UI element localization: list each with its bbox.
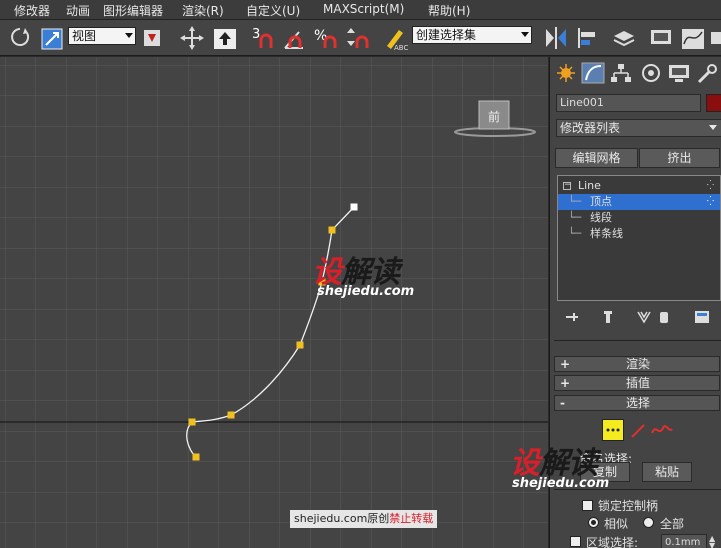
rollout-rendering[interactable]: + 渲染 — [554, 356, 720, 372]
menu-customize[interactable]: 自定义(U) — [246, 2, 300, 19]
snap-3-label: 3 — [252, 27, 260, 42]
layers-icon[interactable] — [611, 24, 637, 52]
utilities-tab-icon[interactable] — [695, 62, 719, 84]
stack-item-vertex-label: 顶点 — [590, 195, 612, 208]
rollout-rendering-label: 渲染 — [625, 357, 650, 371]
move-axis-icon[interactable] — [178, 24, 206, 52]
rollout-interpolation-label: 插值 — [625, 376, 650, 390]
vertex[interactable] — [188, 418, 196, 426]
configure-sets-icon[interactable] — [694, 309, 710, 328]
main-toolbar: 视图 3 % ABC 创建选择集 — [0, 20, 721, 56]
spinner-arrows-icon[interactable]: ▲ ▼ — [709, 535, 715, 548]
modifier-list-dropdown[interactable]: 修改器列表 — [556, 119, 721, 137]
menu-help[interactable]: 帮助(H) — [428, 2, 470, 19]
front-viewport[interactable]: 前 设解读 shejiedu.com — [0, 57, 548, 548]
segment-level-icon[interactable] — [628, 419, 648, 444]
vertex-selected[interactable] — [350, 203, 358, 211]
modify-tab-icon[interactable] — [581, 62, 605, 84]
remove-modifier-icon[interactable] — [656, 309, 672, 328]
stack-item-spline-label: 样条线 — [590, 227, 623, 240]
mirror-icon[interactable] — [543, 24, 569, 52]
stack-item-segment-label: 线段 — [590, 211, 612, 224]
vertex-dots-icon — [606, 428, 620, 432]
abc-label: ABC — [394, 44, 408, 52]
hierarchy-tab-icon[interactable] — [609, 62, 633, 84]
all-label: 全部 — [660, 517, 685, 531]
spline-level-icon[interactable] — [650, 419, 674, 444]
pivot-center-icon[interactable] — [140, 24, 166, 52]
vertex[interactable] — [328, 226, 336, 234]
rollout-selection[interactable]: - 选择 — [554, 395, 720, 411]
collapse-icon[interactable]: − — [563, 181, 572, 190]
dots-icon: ⁛ — [706, 197, 714, 207]
object-name-field[interactable]: Line001 — [556, 94, 701, 112]
create-tab-icon[interactable] — [554, 62, 578, 84]
menu-maxscript[interactable]: MAXScript(M) — [323, 2, 404, 16]
spline-line001[interactable] — [0, 57, 548, 548]
object-color-swatch[interactable] — [706, 94, 721, 112]
show-end-result-icon[interactable] — [600, 309, 616, 328]
schematic-view-icon[interactable] — [710, 24, 721, 52]
angle-snap-icon[interactable] — [281, 24, 307, 52]
credit-warning: 禁止转载 — [389, 512, 434, 525]
similar-radio[interactable] — [588, 517, 599, 528]
reference-coordinate-value: 视图 — [72, 29, 97, 43]
align-icon[interactable] — [575, 24, 601, 52]
graphite-ribbon-icon[interactable] — [648, 24, 674, 52]
menu-animation[interactable]: 动画 — [66, 2, 90, 19]
chevron-down-icon — [521, 32, 529, 37]
area-select-spinner[interactable]: 0.1mm — [661, 534, 707, 548]
lock-handles-checkbox[interactable] — [582, 500, 593, 511]
vertex[interactable] — [227, 411, 235, 419]
credit-banner: shejiedu.com原创禁止转载 — [290, 510, 438, 528]
stack-item-spline[interactable]: └─ 样条线 — [558, 226, 720, 242]
menu-bar: 修改器 动画 图形编辑器 渲染(R) 自定义(U) MAXScript(M) 帮… — [0, 0, 721, 20]
pin-stack-icon[interactable] — [564, 309, 580, 328]
stack-item-segment[interactable]: └─ 线段 — [558, 210, 720, 226]
stack-item-line[interactable]: − Line ⁛ — [558, 178, 720, 194]
area-select-checkbox[interactable] — [570, 536, 581, 547]
edit-mesh-button[interactable]: 编辑网格 — [555, 148, 638, 168]
watermark-url: shejiedu.com — [512, 476, 610, 491]
menu-modifiers[interactable]: 修改器 — [14, 2, 50, 19]
align-to-view-icon[interactable] — [212, 24, 238, 52]
watermark-url: shejiedu.com — [317, 284, 415, 299]
similar-label: 相似 — [604, 517, 629, 531]
display-tab-icon[interactable] — [667, 62, 691, 84]
extrude-button[interactable]: 挤出 — [639, 148, 720, 168]
area-select-label: 区域选择: — [586, 536, 639, 548]
modifier-list-label: 修改器列表 — [560, 121, 621, 135]
dots-icon: ⁛ — [706, 181, 714, 191]
credit-text: shejiedu.com原创 — [294, 512, 390, 525]
curve-editor-icon[interactable] — [680, 24, 706, 52]
edit-named-selection-icon[interactable]: ABC — [383, 24, 409, 52]
menu-rendering[interactable]: 渲染(R) — [182, 2, 224, 19]
named-selection-value: 创建选择集 — [416, 28, 477, 42]
spinner-snap-icon[interactable] — [344, 24, 370, 52]
menu-graph-editors[interactable]: 图形编辑器 — [103, 2, 163, 19]
stack-item-line-label: Line — [578, 179, 601, 192]
stack-item-vertex[interactable]: └─ 顶点 ⁛ — [558, 194, 720, 210]
chevron-down-icon — [709, 125, 717, 130]
snap-toggle-icon[interactable]: 3 — [250, 24, 276, 52]
rotate-icon[interactable] — [8, 24, 32, 52]
vertex[interactable] — [192, 453, 200, 461]
vertex[interactable] — [296, 341, 304, 349]
chevron-down-icon — [125, 33, 133, 38]
reference-coordinate-dropdown[interactable]: 视图 — [68, 27, 136, 45]
modifier-stack: − Line ⁛ └─ 顶点 ⁛ └─ 线段 └─ 样条线 — [557, 175, 721, 301]
lock-handles-label: 锁定控制柄 — [598, 499, 659, 513]
named-selection-dropdown[interactable]: 创建选择集 — [412, 26, 532, 44]
scale-icon[interactable] — [40, 24, 66, 52]
make-unique-icon[interactable] — [636, 309, 652, 328]
motion-tab-icon[interactable] — [639, 62, 663, 84]
rollout-selection-label: 选择 — [625, 396, 650, 410]
percent-snap-icon[interactable]: % — [313, 24, 339, 52]
all-radio[interactable] — [643, 517, 654, 528]
vertex-level-button[interactable] — [602, 419, 624, 441]
rollout-interpolation[interactable]: + 插值 — [554, 375, 720, 391]
paste-button[interactable]: 粘贴 — [642, 462, 692, 482]
